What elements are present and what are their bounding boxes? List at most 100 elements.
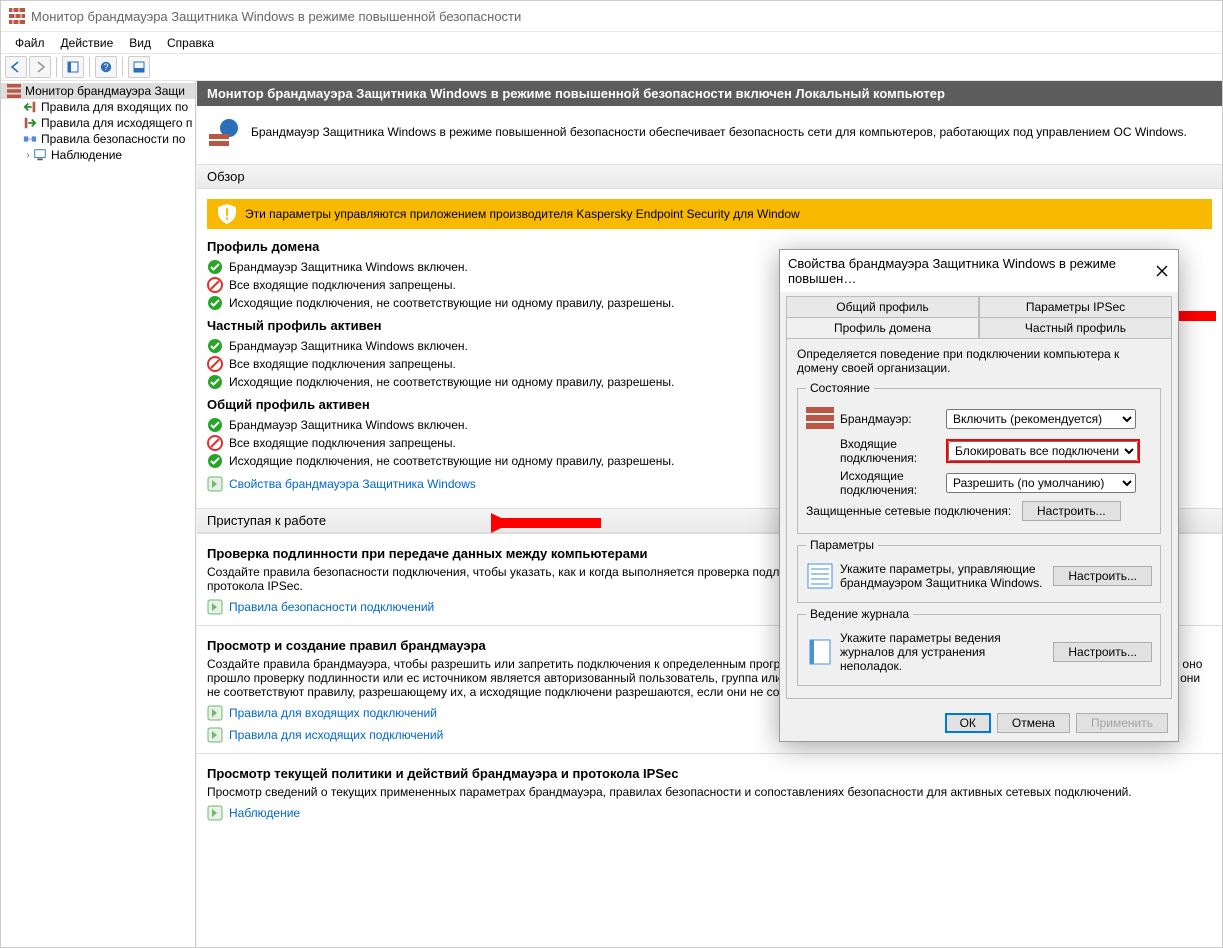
warning-shield-icon (215, 202, 239, 226)
status-text: Исходящие подключения, не соответствующи… (229, 296, 674, 310)
dialog-title-text: Свойства брандмауэра Защитника Windows в… (788, 256, 1154, 286)
tab-ipsec[interactable]: Параметры IPSec (979, 296, 1172, 317)
tree-monitoring[interactable]: › Наблюдение (1, 147, 195, 163)
state-fieldset: Состояние Брандмауэр: Включить (рекоменд… (797, 381, 1161, 534)
status-text: Брандмауэр Защитника Windows включен. (229, 260, 468, 274)
warning-text: Эти параметры управляются приложением пр… (245, 207, 800, 221)
outgoing-row: Исходящие подключения: Разрешить (по умо… (806, 469, 1152, 497)
firewall-properties-link[interactable]: Свойства брандмауэра Защитника Windows (229, 477, 476, 491)
configure-log-button[interactable]: Настроить... (1053, 642, 1152, 662)
gs-link-row: Наблюдение (207, 805, 1212, 821)
params-desc: Укажите параметры, управляющие брандмауэ… (840, 562, 1047, 590)
highlight-incoming: Блокировать все подключения (946, 439, 1140, 463)
outbound-icon (23, 116, 37, 130)
dialog-tabs: Общий профиль Параметры IPSec Профиль до… (780, 292, 1178, 338)
tab-domain-profile[interactable]: Профиль домена (786, 317, 979, 338)
check-icon (207, 295, 223, 311)
tab-private-profile[interactable]: Частный профиль (979, 317, 1172, 338)
main-window: Монитор брандмауэра Защитника Windows в … (0, 0, 1223, 948)
status-text: Все входящие подключения запрещены. (229, 436, 456, 450)
tree-root-label: Монитор брандмауэра Защи (25, 84, 185, 98)
status-text: Исходящие подключения, не соответствующи… (229, 454, 674, 468)
firewall-state-combo[interactable]: Включить (рекомендуется) (946, 409, 1136, 429)
tree-root[interactable]: Монитор брандмауэра Защи (1, 83, 195, 99)
tab-description: Определяется поведение при подключении к… (797, 347, 1161, 375)
tree-outbound-rules[interactable]: Правила для исходящего п (1, 115, 195, 131)
check-icon (207, 259, 223, 275)
sidebar-tree: Монитор брандмауэра Защи Правила для вхо… (1, 81, 196, 947)
arrow-icon (207, 705, 223, 721)
firewall-label: Брандмауэр: (840, 412, 940, 426)
menubar: Файл Действие Вид Справка (1, 31, 1222, 53)
close-icon (1156, 265, 1168, 277)
tree-label: Правила для исходящего п (41, 116, 192, 130)
gs-link[interactable]: Правила безопасности подключений (229, 600, 434, 614)
menu-view[interactable]: Вид (121, 34, 159, 52)
firewall-icon (806, 405, 834, 433)
outgoing-combo[interactable]: Разрешить (по умолчанию) (946, 473, 1136, 493)
tree-inbound-rules[interactable]: Правила для входящих по (1, 99, 195, 115)
tree-security-rules[interactable]: Правила безопасности по (1, 131, 195, 147)
gs-link[interactable]: Наблюдение (229, 806, 300, 820)
checklist-icon (806, 562, 834, 590)
inbound-icon (23, 100, 37, 114)
connection-security-icon (23, 132, 37, 146)
status-text: Исходящие подключения, не соответствующи… (229, 375, 674, 389)
refresh-button[interactable] (128, 56, 150, 78)
help-button[interactable]: ? (95, 56, 117, 78)
tree-label: Правила для входящих по (41, 100, 188, 114)
menu-file[interactable]: Файл (7, 34, 53, 52)
ok-button[interactable]: ОК (945, 713, 991, 733)
check-icon (207, 453, 223, 469)
incoming-combo[interactable]: Блокировать все подключения (948, 441, 1138, 461)
status-text: Все входящие подключения запрещены. (229, 278, 456, 292)
content-header: Монитор брандмауэра Защитника Windows в … (197, 81, 1222, 106)
dialog-titlebar: Свойства брандмауэра Защитника Windows в… (780, 250, 1178, 292)
status-text: Все входящие подключения запрещены. (229, 357, 456, 371)
configure-protected-button[interactable]: Настроить... (1022, 501, 1121, 521)
intro-row: Брандмауэр Защитника Windows в режиме по… (197, 106, 1222, 158)
log-row: Укажите параметры ведения журналов для у… (806, 631, 1152, 673)
arrow-icon (207, 476, 223, 492)
block-icon (207, 435, 223, 451)
block-icon (207, 277, 223, 293)
menu-help[interactable]: Справка (159, 34, 222, 52)
window-title: Монитор брандмауэра Защитника Windows в … (31, 9, 521, 24)
svg-text:?: ? (103, 62, 108, 72)
forward-button[interactable] (29, 56, 51, 78)
check-icon (207, 338, 223, 354)
firewall-state-row: Брандмауэр: Включить (рекомендуется) (806, 405, 1152, 433)
incoming-label: Входящие подключения: (840, 437, 940, 465)
toolbar: ? (1, 53, 1222, 81)
arrow-icon (207, 599, 223, 615)
apply-button[interactable]: Применить (1076, 713, 1168, 733)
gs-link[interactable]: Правила для исходящих подключений (229, 728, 443, 742)
show-hide-tree-button[interactable] (62, 56, 84, 78)
log-desc: Укажите параметры ведения журналов для у… (840, 631, 1047, 673)
params-legend: Параметры (806, 538, 878, 552)
status-text: Брандмауэр Защитника Windows включен. (229, 339, 468, 353)
cancel-button[interactable]: Отмена (997, 713, 1070, 733)
expand-icon[interactable]: › (23, 150, 33, 161)
dialog-buttons: ОК Отмена Применить (780, 705, 1178, 741)
arrow-icon (207, 805, 223, 821)
close-button[interactable] (1154, 262, 1170, 280)
toolbar-separator (56, 57, 57, 77)
protected-label: Защищенные сетевые подключения: (806, 504, 1016, 518)
back-button[interactable] (5, 56, 27, 78)
incoming-row: Входящие подключения: Блокировать все по… (806, 437, 1152, 465)
intro-text: Брандмауэр Защитника Windows в режиме по… (251, 125, 1187, 139)
configure-params-button[interactable]: Настроить... (1053, 566, 1152, 586)
menu-action[interactable]: Действие (53, 34, 122, 52)
state-legend: Состояние (806, 381, 874, 395)
gs-desc: Просмотр сведений о текущих примененных … (207, 785, 1212, 799)
block-icon (207, 356, 223, 372)
monitoring-icon (33, 148, 47, 162)
firewall-properties-dialog: Свойства брандмауэра Защитника Windows в… (779, 249, 1179, 742)
titlebar: Монитор брандмауэра Защитника Windows в … (1, 1, 1222, 31)
toolbar-separator-2 (89, 57, 90, 77)
firewall-icon (7, 84, 21, 98)
tab-general-profile[interactable]: Общий профиль (786, 296, 979, 317)
gs-link[interactable]: Правила для входящих подключений (229, 706, 437, 720)
tree-label: Наблюдение (51, 148, 122, 162)
